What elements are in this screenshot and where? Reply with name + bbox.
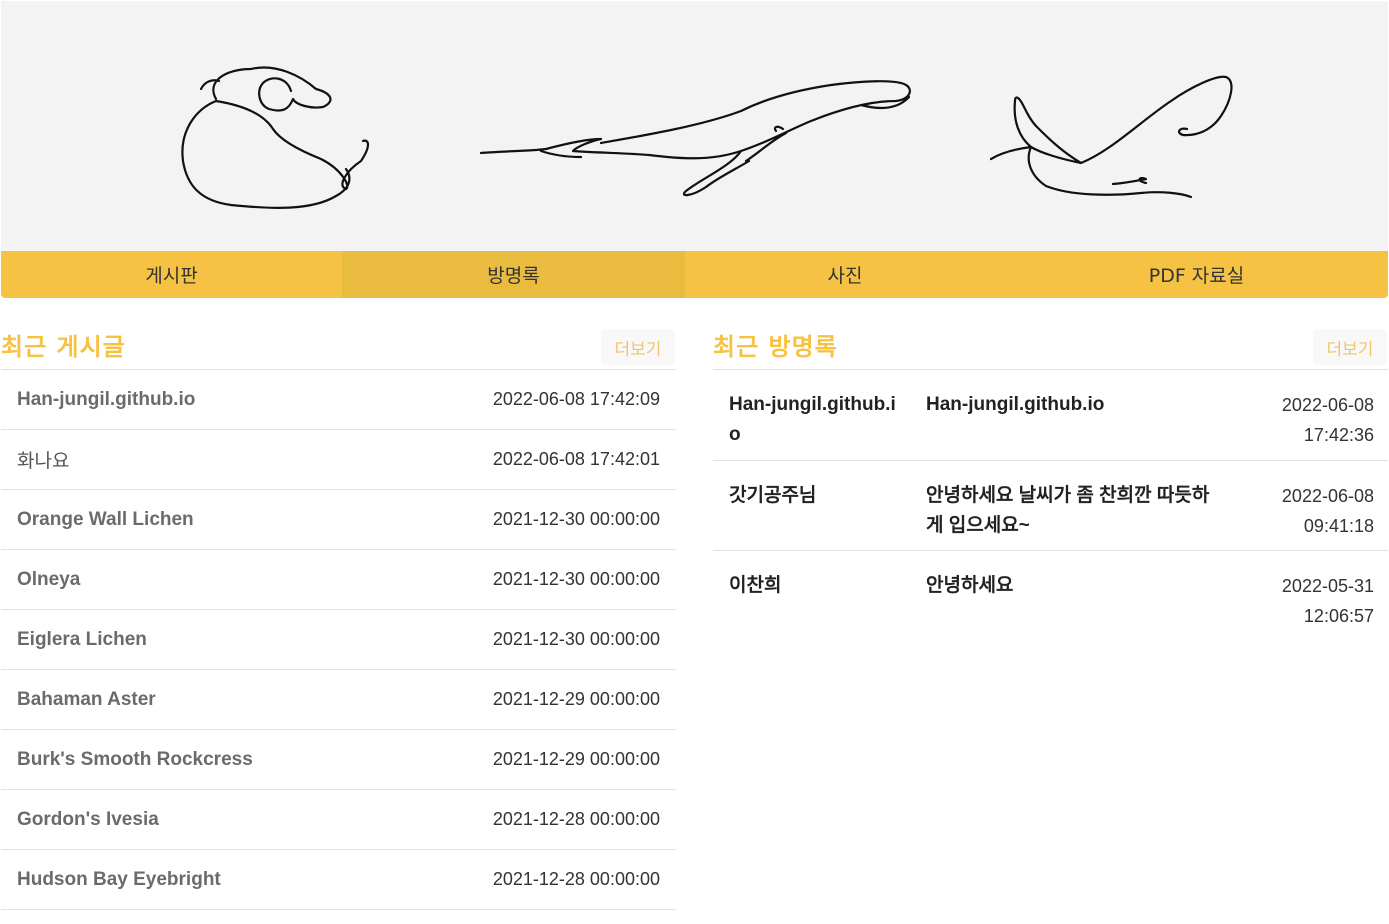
guestbook-date: 2022-05-31 12:06:57 (1281, 576, 1374, 626)
post-date: 2021-12-30 00:00:00 (492, 629, 660, 649)
nav-item-guestbook[interactable]: 방명록 (342, 251, 685, 298)
post-date: 2021-12-28 00:00:00 (492, 809, 660, 829)
post-row[interactable]: Bahaman Aster 2021-12-29 00:00:00 (1, 670, 676, 730)
post-title[interactable]: Bahaman Aster (17, 689, 156, 711)
post-title[interactable]: Orange Wall Lichen (17, 509, 194, 531)
line-art-illustration (181, 66, 1233, 209)
post-title[interactable]: Olneya (17, 569, 80, 591)
post-row[interactable]: Orange Wall Lichen 2021-12-30 00:00:00 (1, 490, 676, 550)
guestbook-content: 안녕하세요 날씨가 좀 찬희깐 따듯하게 입으세요~ (926, 485, 1210, 536)
post-row[interactable]: Hudson Bay Eyebright 2021-12-28 00:00:00 (1, 850, 676, 910)
guestbook-author: 갓기공주님 (729, 485, 817, 506)
guestbook-row[interactable]: 이찬희 안녕하세요 2022-05-31 12:06:57 (713, 551, 1388, 641)
hero-banner (1, 1, 1388, 251)
guestbook-author: Han-jungil.github.io (729, 394, 896, 445)
guestbook-author: 이찬희 (729, 575, 782, 596)
post-title[interactable]: Hudson Bay Eyebright (17, 869, 221, 891)
post-title[interactable]: Burk's Smooth Rockcress (17, 749, 253, 771)
post-row[interactable]: Gordon's Ivesia 2021-12-28 00:00:00 (1, 790, 676, 850)
nav-item-board[interactable]: 게시판 (1, 251, 342, 298)
post-date: 2021-12-30 00:00:00 (492, 569, 660, 589)
post-date: 2021-12-29 00:00:00 (492, 749, 660, 769)
recent-posts-list: Han-jungil.github.io 2022-06-08 17:42:09… (1, 369, 676, 910)
post-row[interactable]: Olneya 2021-12-30 00:00:00 (1, 550, 676, 610)
recent-guestbook-list: Han-jungil.github.io Han-jungil.github.i… (713, 369, 1388, 641)
guestbook-row[interactable]: 갓기공주님 안녕하세요 날씨가 좀 찬희깐 따듯하게 입으세요~ 2022-06… (713, 461, 1388, 551)
dog-line-art (181, 66, 370, 209)
post-row[interactable]: 화나요 2022-06-08 17:42:01 (1, 430, 676, 490)
post-date: 2021-12-29 00:00:00 (492, 689, 660, 709)
guestbook-date: 2022-06-08 17:42:36 (1281, 395, 1374, 445)
nav-item-label: 방명록 (487, 265, 540, 287)
recent-posts-title: 최근 게시글 (1, 333, 126, 361)
guestbook-more-button[interactable]: 더보기 (1313, 329, 1387, 365)
nav-item-pdf[interactable]: PDF 자료실 (1005, 251, 1388, 298)
guestbook-content: 안녕하세요 (926, 575, 1014, 596)
post-title[interactable]: Eiglera Lichen (17, 629, 147, 651)
main-nav: 게시판 방명록 사진 PDF 자료실 (1, 251, 1388, 298)
nav-item-photos[interactable]: 사진 (685, 251, 1005, 298)
post-row[interactable]: Han-jungil.github.io 2022-06-08 17:42:09 (1, 370, 676, 430)
guestbook-date: 2022-06-08 09:41:18 (1281, 486, 1374, 536)
post-title[interactable]: Gordon's Ivesia (17, 809, 159, 831)
nav-item-label: PDF 자료실 (1148, 265, 1245, 287)
nav-item-label: 게시판 (145, 265, 198, 287)
post-row[interactable]: Burk's Smooth Rockcress 2021-12-29 00:00… (1, 730, 676, 790)
post-row[interactable]: Eiglera Lichen 2021-12-30 00:00:00 (1, 610, 676, 670)
post-date: 2021-12-30 00:00:00 (492, 509, 660, 529)
post-title[interactable]: 화나요 (17, 446, 69, 473)
whale-line-art (479, 80, 911, 197)
post-date: 2022-06-08 17:42:09 (492, 389, 660, 409)
nav-item-label: 사진 (827, 265, 863, 287)
post-title[interactable]: Han-jungil.github.io (17, 389, 195, 411)
guestbook-row[interactable]: Han-jungil.github.io Han-jungil.github.i… (713, 370, 1388, 461)
recent-guestbook-title: 최근 방명록 (713, 333, 838, 361)
post-date: 2021-12-28 00:00:00 (492, 869, 660, 889)
posts-more-button[interactable]: 더보기 (601, 329, 675, 365)
guestbook-content: Han-jungil.github.io (926, 394, 1105, 415)
post-date: 2022-06-08 17:42:01 (492, 449, 660, 469)
bird-line-art (989, 75, 1233, 199)
